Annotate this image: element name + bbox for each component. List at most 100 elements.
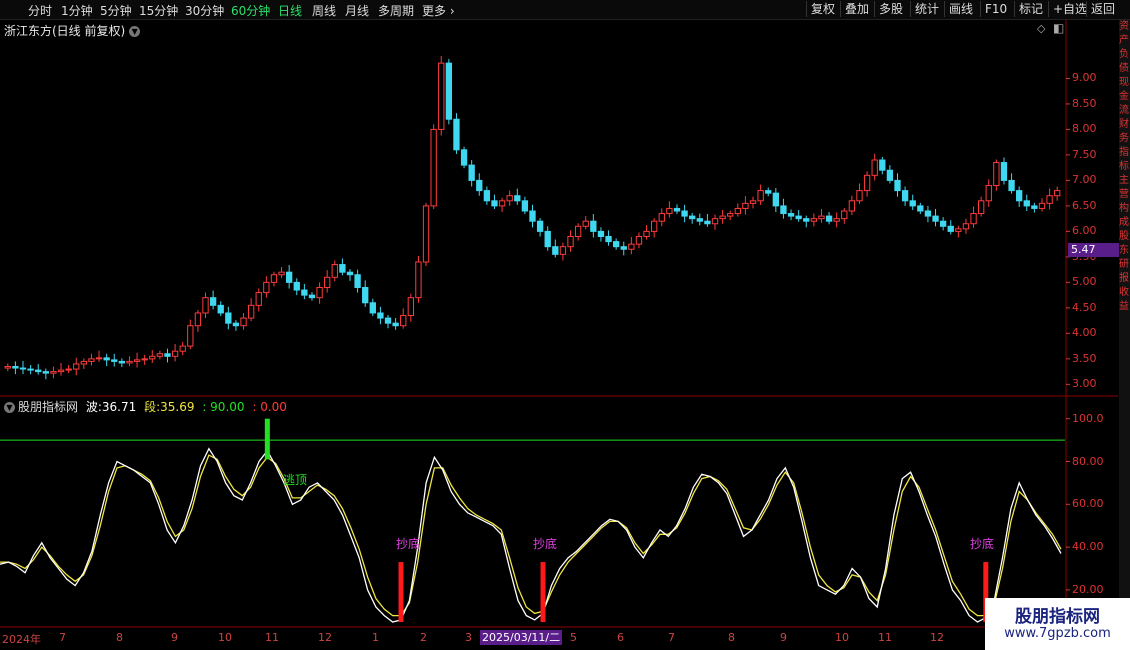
candle-body xyxy=(620,246,627,250)
price-tick-label: 3.50 xyxy=(1072,351,1097,365)
candle-body xyxy=(658,213,665,222)
candle-body xyxy=(377,312,384,319)
candle-body xyxy=(498,200,506,207)
candle-body xyxy=(194,312,202,327)
chart-canvas[interactable] xyxy=(0,0,1130,650)
candle-body xyxy=(841,210,848,220)
candle-body xyxy=(103,357,110,361)
candle-body xyxy=(1038,202,1046,209)
candle-body xyxy=(346,271,354,276)
price-tick-label: 9.00 xyxy=(1072,71,1097,85)
bottom-label-3: 抄底 xyxy=(970,537,995,551)
current-price-tag: 5.47 xyxy=(1068,243,1121,257)
candle-body xyxy=(704,220,711,225)
escape-top-bar xyxy=(264,418,270,460)
watermark-url: www.7gpzb.com xyxy=(1004,626,1111,641)
candle-body xyxy=(886,169,894,181)
date-label: 5 xyxy=(570,631,577,644)
candle-body xyxy=(932,215,939,222)
candle-body xyxy=(909,200,916,207)
date-label: 9 xyxy=(780,631,787,644)
candle-body xyxy=(955,228,962,232)
candle-body xyxy=(711,218,719,225)
candle-body xyxy=(232,322,240,327)
candle-body xyxy=(453,118,460,151)
candle-body xyxy=(597,230,605,237)
side-panel[interactable]: 资产负债现金流财务指标主营构成股东研报收益 xyxy=(1119,20,1130,628)
candle-body xyxy=(202,297,209,314)
price-tick-label: 6.50 xyxy=(1072,198,1097,212)
bottom-bar-1 xyxy=(398,562,404,622)
chevron-down-icon[interactable]: ▼ xyxy=(4,402,15,413)
candle-body xyxy=(430,128,437,207)
candle-body xyxy=(863,174,871,192)
candle-body xyxy=(719,215,726,220)
candle-body xyxy=(795,215,802,220)
candle-body xyxy=(977,200,985,215)
candle-body xyxy=(263,281,270,294)
candle-body xyxy=(536,220,544,232)
candle-body xyxy=(240,317,247,327)
candle-body xyxy=(985,185,992,202)
date-label: 12 xyxy=(930,631,944,644)
candle-body xyxy=(1031,205,1038,209)
osc-tick-label: 20.00 xyxy=(1072,582,1104,596)
candle-body xyxy=(179,345,186,352)
candle-body xyxy=(354,274,361,288)
candle-body xyxy=(917,205,924,212)
candle-body xyxy=(574,225,582,237)
candle-body xyxy=(939,220,947,227)
candle-body xyxy=(42,371,49,374)
candle-body xyxy=(324,276,331,288)
candle-body xyxy=(772,192,779,207)
price-tick-label: 8.50 xyxy=(1072,96,1097,110)
candle-body xyxy=(696,218,703,222)
date-label: 1 xyxy=(372,631,379,644)
candle-body xyxy=(301,289,308,296)
candle-body xyxy=(544,230,551,248)
candle-body xyxy=(4,366,11,369)
indicator-name[interactable]: 股朋指标网 xyxy=(18,400,78,414)
candle-body xyxy=(514,195,521,202)
candle-body xyxy=(384,317,392,324)
candle-body xyxy=(1023,200,1030,207)
candle-body xyxy=(491,200,498,207)
candle-body xyxy=(962,223,970,230)
price-tick-label: 4.00 xyxy=(1072,326,1097,340)
candle-body xyxy=(666,207,673,215)
candle-body xyxy=(476,179,483,192)
candle-body xyxy=(856,190,863,202)
candle-body xyxy=(765,190,772,194)
candle-body xyxy=(628,243,635,250)
candle-body xyxy=(582,220,589,227)
candle-body xyxy=(651,220,658,232)
candle-body xyxy=(780,205,787,215)
price-tick-label: 5.00 xyxy=(1072,275,1097,289)
date-label: 7 xyxy=(59,631,66,644)
level-high-value: : 90.00 xyxy=(202,400,245,414)
candle-body xyxy=(612,241,620,248)
price-tick-label: 4.50 xyxy=(1072,300,1097,314)
candle-body xyxy=(567,235,574,248)
date-label: 6 xyxy=(617,631,624,644)
candle-body xyxy=(749,200,757,204)
osc-tick-label: 60.00 xyxy=(1072,497,1104,511)
candle-body xyxy=(483,190,491,202)
candle-body xyxy=(590,220,597,232)
seg-value: 35.69 xyxy=(160,400,195,414)
candle-body xyxy=(871,159,878,176)
candle-body xyxy=(149,355,156,360)
candle-body xyxy=(95,357,103,360)
date-label: 11 xyxy=(265,631,279,644)
candle-body xyxy=(468,164,475,181)
candle-body xyxy=(803,218,810,222)
candle-body xyxy=(88,358,95,362)
wave-value: 36.71 xyxy=(101,400,137,414)
candle-body xyxy=(643,230,650,237)
candle-body xyxy=(810,218,818,222)
candle-body xyxy=(164,353,171,357)
candle-body xyxy=(894,179,901,192)
seg-label: 段: xyxy=(144,400,161,414)
date-label: 9 xyxy=(171,631,178,644)
candle-body xyxy=(673,207,681,212)
